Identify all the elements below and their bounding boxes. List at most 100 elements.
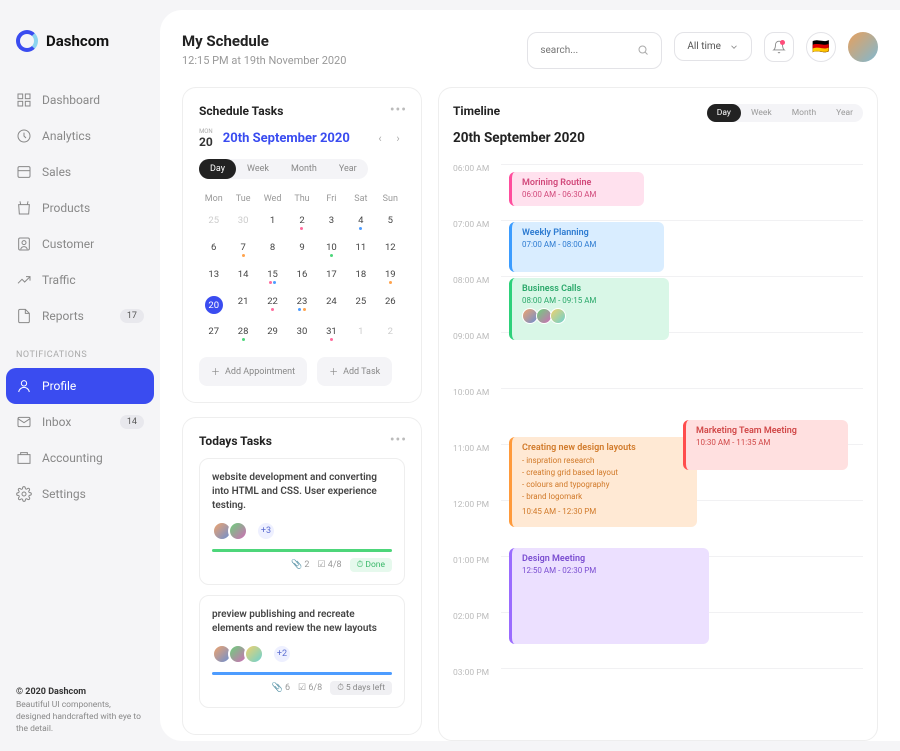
calendar-day[interactable]: 19	[376, 263, 405, 290]
calendar-day[interactable]: 16	[287, 263, 316, 290]
calendar-day[interactable]: 13	[199, 263, 228, 290]
nav-label: Settings	[42, 487, 86, 501]
event-sub: - colours and typography	[522, 480, 687, 489]
timeline-tab-day[interactable]: Day	[707, 104, 741, 122]
footer-tagline: Beautiful UI components, designed handcr…	[16, 700, 141, 734]
calendar-day[interactable]: 3	[317, 209, 346, 236]
calendar-day[interactable]: 30	[287, 320, 316, 347]
calendar-day[interactable]: 17	[317, 263, 346, 290]
calendar-day[interactable]: 10	[317, 236, 346, 263]
nav-icon	[16, 308, 32, 324]
calendar-day[interactable]: 11	[346, 236, 375, 263]
nav-item-inbox[interactable]: Inbox14	[0, 404, 160, 440]
timeline-card: Timeline 20th September 2020 DayWeekMont…	[438, 87, 878, 741]
timeline-event[interactable]: Weekly Planning07:00 AM - 08:00 AM	[509, 222, 664, 272]
tab-year[interactable]: Year	[328, 159, 368, 179]
nav-icon	[16, 450, 32, 466]
timeline-event[interactable]: Business Calls08:00 AM - 09:15 AM	[509, 278, 669, 340]
timeline-event[interactable]: Marketing Team Meeting10:30 AM - 11:35 A…	[683, 420, 848, 470]
timeline-tab-year[interactable]: Year	[826, 104, 863, 122]
calendar-day[interactable]: 27	[199, 320, 228, 347]
calendar-day[interactable]: 6	[199, 236, 228, 263]
card-more-button[interactable]: •••	[390, 432, 407, 448]
calendar-day[interactable]: 25	[199, 209, 228, 236]
time-filter-dropdown[interactable]: All time	[674, 32, 752, 61]
nav-item-reports[interactable]: Reports17	[0, 298, 160, 334]
calendar-day[interactable]: 8	[258, 236, 287, 263]
calendar-day[interactable]: 31	[317, 320, 346, 347]
weekday-label: Tue	[228, 189, 257, 209]
calendar-day[interactable]: 26	[376, 290, 405, 320]
tab-day[interactable]: Day	[199, 159, 236, 179]
nav-item-dashboard[interactable]: Dashboard	[0, 82, 160, 118]
add-appointment-button[interactable]: ＋Add Appointment	[199, 357, 307, 386]
calendar-day[interactable]: 9	[287, 236, 316, 263]
calendar-day[interactable]: 22	[258, 290, 287, 320]
calendar-day[interactable]: 25	[346, 290, 375, 320]
language-flag[interactable]: 🇩🇪	[806, 32, 836, 62]
calendar-day[interactable]: 15	[258, 263, 287, 290]
calendar-day[interactable]: 23	[287, 290, 316, 320]
prev-month-button[interactable]: ‹	[373, 132, 387, 146]
calendar-day[interactable]: 30	[228, 209, 257, 236]
card-more-button[interactable]: •••	[390, 102, 407, 118]
calendar-day[interactable]: 28	[228, 320, 257, 347]
logo-mark-icon	[16, 30, 38, 52]
tab-week[interactable]: Week	[236, 159, 280, 179]
user-avatar[interactable]	[848, 32, 878, 62]
timeline-event[interactable]: Design Meeting12:50 AM - 02:30 PM	[509, 548, 709, 644]
timeline-event[interactable]: Morining Routine06:00 AM - 06:30 AM	[509, 172, 644, 206]
calendar-day[interactable]: 20	[199, 290, 228, 320]
time-filter-label: All time	[687, 41, 721, 52]
calendar-day[interactable]: 29	[258, 320, 287, 347]
nav-item-customer[interactable]: Customer	[0, 226, 160, 262]
calendar-day[interactable]: 18	[346, 263, 375, 290]
task-card[interactable]: website development and converting into …	[199, 458, 405, 585]
nav-item-accounting[interactable]: Accounting	[0, 440, 160, 476]
main: My Schedule 12:15 PM at 19th November 20…	[160, 10, 900, 741]
avatar	[550, 308, 566, 324]
attachment-count: 📎 2	[291, 560, 310, 570]
timeline-tab-month[interactable]: Month	[782, 104, 826, 122]
timeline-event[interactable]: Creating new design layouts- inspration …	[509, 437, 697, 527]
calendar-day[interactable]: 1	[258, 209, 287, 236]
timeline-tab-week[interactable]: Week	[741, 104, 782, 122]
task-card[interactable]: preview publishing and recreate elements…	[199, 595, 405, 708]
next-month-button[interactable]: ›	[391, 132, 405, 146]
event-title: Business Calls	[522, 284, 659, 294]
brand-name: Dashcom	[46, 32, 109, 50]
nav-item-settings[interactable]: Settings	[0, 476, 160, 512]
search-input[interactable]	[540, 45, 637, 56]
add-task-button[interactable]: ＋Add Task	[317, 357, 392, 386]
tab-month[interactable]: Month	[280, 159, 328, 179]
notifications-button[interactable]	[764, 32, 794, 62]
calendar-day[interactable]: 21	[228, 290, 257, 320]
calendar-day[interactable]: 2	[287, 209, 316, 236]
footer: © 2020 Dashcom Beautiful UI components, …	[0, 686, 160, 736]
timeline-title: Timeline	[453, 104, 585, 118]
avatar-overflow[interactable]: +3	[256, 521, 276, 541]
nav-item-traffic[interactable]: Traffic	[0, 262, 160, 298]
avatar-overflow[interactable]: +2	[272, 644, 292, 664]
calendar: MonTueWedThuFriSatSun2530123456789101112…	[199, 189, 405, 347]
calendar-day[interactable]: 2	[376, 320, 405, 347]
calendar-day[interactable]: 12	[376, 236, 405, 263]
nav-label: Sales	[42, 165, 71, 179]
timeline-body: 06:00 AM07:00 AM08:00 AM09:00 AM10:00 AM…	[453, 164, 863, 724]
nav-label: Products	[42, 201, 90, 215]
nav-item-profile[interactable]: Profile	[6, 368, 154, 404]
calendar-day[interactable]: 1	[346, 320, 375, 347]
brand-logo[interactable]: Dashcom	[0, 30, 160, 82]
avatar	[244, 644, 264, 664]
nav-item-products[interactable]: Products	[0, 190, 160, 226]
calendar-day[interactable]: 24	[317, 290, 346, 320]
calendar-day[interactable]: 7	[228, 236, 257, 263]
nav-item-sales[interactable]: Sales	[0, 154, 160, 190]
calendar-day[interactable]: 4	[346, 209, 375, 236]
calendar-day[interactable]: 5	[376, 209, 405, 236]
nav-section-label: NOTIFICATIONS	[0, 334, 160, 368]
nav-item-analytics[interactable]: Analytics	[0, 118, 160, 154]
search-box[interactable]	[527, 32, 662, 69]
calendar-day[interactable]: 14	[228, 263, 257, 290]
event-sub: - brand logomark	[522, 492, 687, 501]
